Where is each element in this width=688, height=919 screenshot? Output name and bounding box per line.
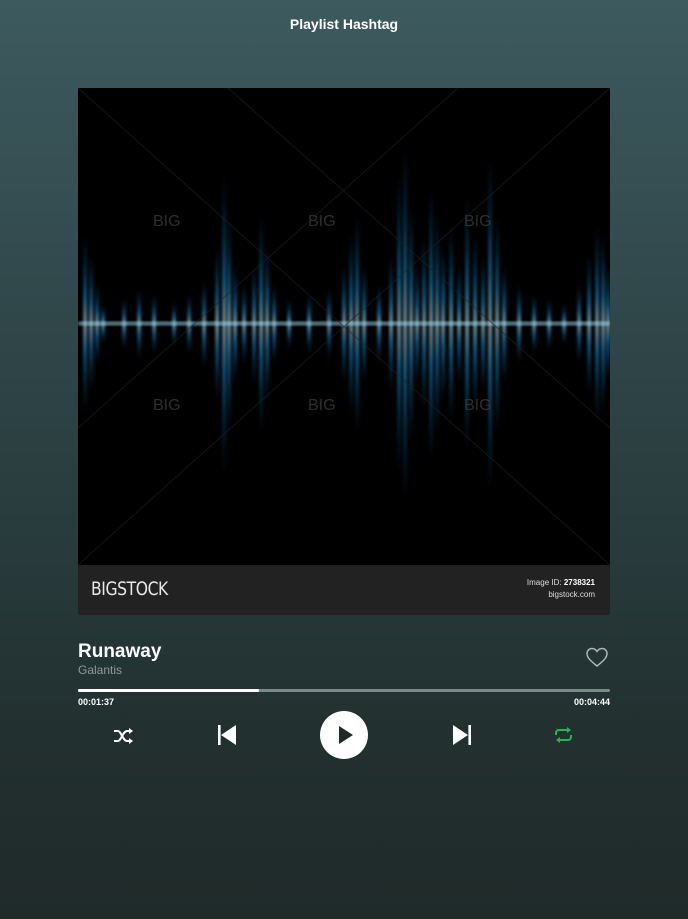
shuffle-icon[interactable] (113, 726, 135, 746)
watermark-footer: BIGSTOCK Image ID: 2738321 bigstock.com (78, 565, 610, 615)
play-button[interactable] (320, 711, 368, 759)
skip-previous-icon[interactable] (216, 724, 238, 746)
progress-bar[interactable] (78, 689, 610, 692)
image-id-label: Image ID: (526, 578, 562, 587)
watermark-logo: BIGSTOCK (91, 578, 168, 600)
play-icon (339, 726, 353, 744)
repeat-icon[interactable] (553, 726, 574, 744)
watermark-site: bigstock.com (548, 590, 595, 599)
progress-fill (78, 689, 259, 692)
svg-text:BIG: BIG (153, 213, 181, 230)
elapsed-time: 00:01:37 (78, 697, 115, 707)
track-artist[interactable]: Galantis (78, 663, 122, 677)
skip-next-icon[interactable] (451, 724, 473, 746)
album-artwork: BIG BIG BIG BIG BIG BIG BIGSTOCK Image ID: 2… (78, 88, 610, 615)
heart-icon[interactable] (585, 646, 609, 668)
duration-time: 00:04:44 (573, 697, 610, 707)
waveform-image: BIG BIG BIG BIG BIG BIG (78, 88, 610, 565)
svg-text:BIG: BIG (464, 397, 492, 414)
page-title: Playlist Hashtag (289, 16, 399, 32)
svg-text:BIG: BIG (308, 397, 336, 414)
svg-text:BIG: BIG (308, 213, 336, 230)
track-title: Runaway (78, 641, 162, 662)
image-id-value: 2738321 (563, 578, 595, 587)
svg-text:BIG: BIG (153, 397, 181, 414)
watermark-id: Image ID: 2738321 bigstock.com (527, 577, 595, 601)
